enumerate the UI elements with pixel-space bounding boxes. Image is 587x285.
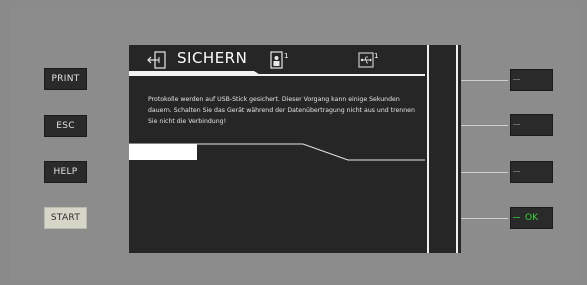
softkey-2[interactable]	[510, 114, 553, 136]
backup-arrow-icon	[147, 51, 167, 73]
progress-bar	[129, 143, 425, 161]
esc-button[interactable]: ESC	[44, 115, 87, 137]
header-rule	[129, 74, 425, 76]
softkey-1-tick	[513, 79, 520, 80]
softkey-4-connector	[461, 218, 508, 219]
ok-button[interactable]: OK	[510, 207, 553, 229]
help-button[interactable]: HELP	[44, 161, 87, 183]
softkey-1-connector	[461, 80, 508, 81]
display-screen: SICHERN 1 1 Protokolle werden auf USB-St…	[129, 45, 461, 253]
softkey-2-tick	[513, 124, 520, 125]
softkey-3-connector	[461, 172, 508, 173]
user-badge: 1	[284, 52, 288, 60]
user-icon: 1	[270, 51, 290, 73]
screen-title: SICHERN	[177, 49, 248, 67]
softkey-divider-left	[427, 45, 429, 253]
start-button[interactable]: START	[44, 207, 87, 229]
progress-fill	[129, 144, 197, 160]
ok-tick	[513, 217, 520, 218]
screen-main-area: SICHERN 1 1 Protokolle werden auf USB-St…	[129, 45, 425, 253]
softkey-3-tick	[513, 171, 520, 172]
softkey-2-connector	[461, 125, 508, 126]
ok-label: OK	[525, 213, 538, 223]
softkey-3[interactable]	[510, 161, 553, 183]
softkey-1[interactable]	[510, 69, 553, 91]
status-message: Protokolle werden auf USB-Stick gesicher…	[148, 96, 415, 125]
print-button[interactable]: PRINT	[44, 68, 87, 90]
usb-icon: 1	[358, 51, 380, 73]
usb-badge: 1	[374, 52, 378, 60]
softkey-divider-right	[456, 45, 458, 253]
